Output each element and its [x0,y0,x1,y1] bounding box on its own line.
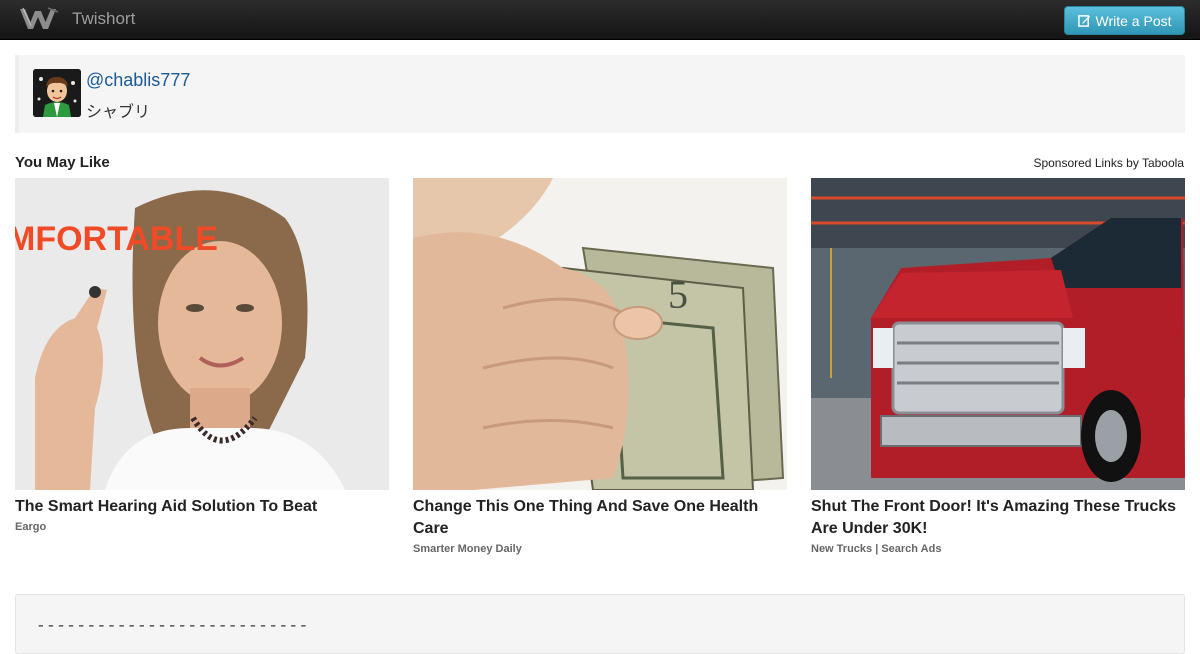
card-source[interactable]: New Trucks | Search Ads [811,543,1185,555]
avatar[interactable] [33,69,81,117]
card-title[interactable]: Change This One Thing And Save One Healt… [413,496,787,540]
brand-name[interactable]: Twishort [72,9,135,29]
bill-number: 5 [668,272,688,317]
sponsored-links-label[interactable]: Sponsored Links by Taboola [1033,156,1184,170]
card-image-caption: MFORTABLE [15,220,218,258]
post-body-panel: --------------------------- [15,594,1185,654]
edit-icon [1077,15,1090,27]
write-post-button[interactable]: Write a Post [1064,6,1185,35]
card-title[interactable]: The Smart Hearing Aid Solution To Beat [15,496,389,518]
card-image-hearing-aid[interactable]: MFORTABLE [15,178,389,490]
twishort-logo-icon[interactable] [18,6,62,32]
author-display-name: シャブリ [86,104,151,121]
write-post-label: Write a Post [1095,12,1172,29]
author-username-link[interactable]: @chablis777 [86,70,190,91]
recommendation-card[interactable]: Shut The Front Door! It's Amazing These … [811,178,1185,555]
card-image-truck[interactable] [811,178,1185,490]
recommendation-card[interactable]: MFORTABLE The Smart Hearing Aid Solution… [15,178,389,533]
post-author-panel: @chablis777 シャブリ [15,55,1185,133]
recommendation-card[interactable]: 5 Change This One Thing And Save One Hea… [413,178,787,555]
card-source[interactable]: Smarter Money Daily [413,543,787,555]
you-may-like-heading: You May Like [15,154,110,171]
avatar-illustration [33,69,81,117]
card-source[interactable]: Eargo [15,521,389,533]
card-title[interactable]: Shut The Front Door! It's Amazing These … [811,496,1185,540]
top-navbar: Twishort Write a Post [0,0,1200,40]
post-body-text: --------------------------- [36,617,309,635]
card-image-money[interactable]: 5 [413,178,787,490]
